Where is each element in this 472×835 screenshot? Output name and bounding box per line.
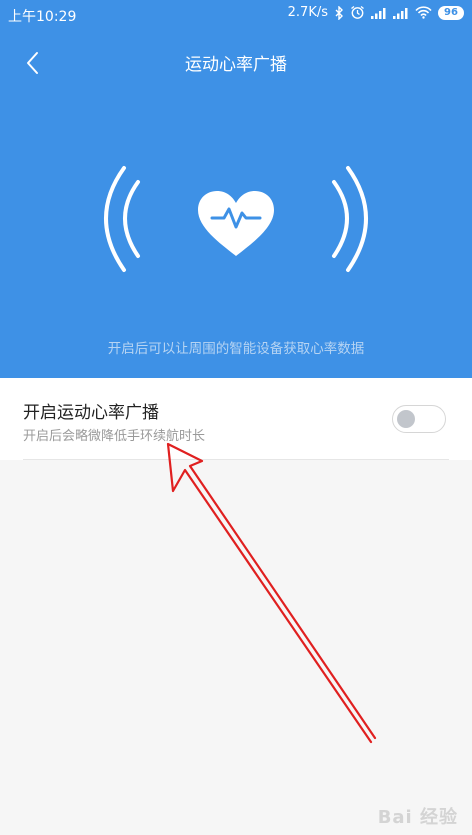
broadcast-toggle[interactable] — [392, 405, 446, 433]
battery-icon: 96 — [438, 5, 464, 20]
signal-icon-2 — [393, 7, 408, 19]
hero-caption: 开启后可以让周围的智能设备获取心率数据 — [107, 341, 365, 357]
heart-broadcast-icon — [104, 166, 368, 272]
status-time: 上午10:29 — [8, 9, 77, 25]
watermark: Bai 经验 — [377, 807, 458, 828]
status-icons: 2.7K/s 96 — [288, 5, 464, 20]
hero-banner: 上午10:29 2.7K/s 96 运动心率广播 开启后可以让周围的智能设备获取… — [0, 0, 472, 378]
page-title: 运动心率广播 — [185, 55, 287, 75]
net-speed: 2.7K/s — [287, 5, 328, 20]
nav-bar: 运动心率广播 — [0, 40, 472, 84]
row-divider — [23, 459, 449, 460]
heart-rate-broadcast-setting[interactable]: 开启运动心率广播 开启后会略微降低手环续航时长 — [0, 378, 472, 460]
setting-title: 开启运动心率广播 — [23, 403, 159, 423]
toggle-knob — [397, 410, 415, 428]
status-bar: 上午10:29 2.7K/s 96 — [0, 0, 472, 32]
signal-icon — [371, 7, 386, 19]
wifi-icon — [415, 6, 432, 19]
bluetooth-icon — [335, 5, 343, 20]
setting-description: 开启后会略微降低手环续航时长 — [23, 429, 206, 444]
alarm-icon — [351, 5, 364, 19]
